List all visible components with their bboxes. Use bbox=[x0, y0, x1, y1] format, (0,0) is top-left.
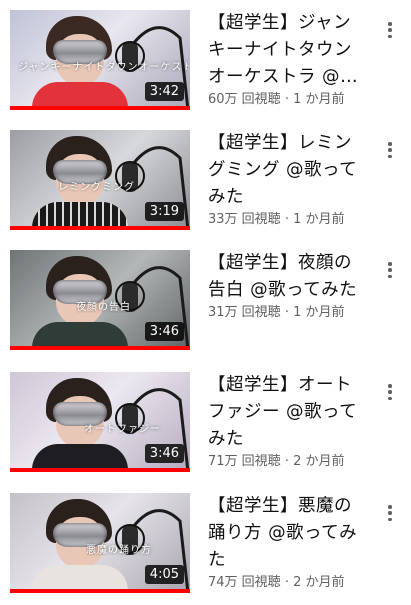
more-vert-icon[interactable] bbox=[378, 18, 402, 42]
thumbnail-overlay-text: 悪魔の踊り方 bbox=[86, 545, 152, 556]
upload-age: 2 か月前 bbox=[293, 454, 345, 469]
view-count: 60万 回視聴 bbox=[208, 92, 281, 107]
watched-progress-bar bbox=[10, 106, 190, 110]
video-info[interactable]: 【超学生】ジャンキーナイトタウンオーケストラ @歌ってみた 60万 回視聴 · … bbox=[208, 10, 368, 108]
video-info[interactable]: 【超学生】オートファジー @歌ってみた 71万 回視聴 · 2 か月前 bbox=[208, 372, 368, 470]
video-meta: 71万 回視聴 · 2 か月前 bbox=[208, 453, 368, 470]
video-title[interactable]: 【超学生】オートファジー @歌ってみた bbox=[208, 372, 368, 453]
meta-separator: · bbox=[280, 575, 294, 590]
upload-age: 2 か月前 bbox=[293, 575, 345, 590]
thumbnail-overlay-text: オートファジー bbox=[84, 424, 161, 435]
thumbnail-overlay-text: 夜顔の告白 bbox=[76, 302, 131, 313]
upload-age: 1 か月前 bbox=[293, 305, 345, 320]
video-meta: 60万 回視聴 · 1 か月前 bbox=[208, 91, 368, 108]
meta-separator: · bbox=[280, 212, 294, 227]
duration-badge: 4:05 bbox=[144, 565, 184, 584]
video-item[interactable]: オートファジー 3:46 【超学生】オートファジー @歌ってみた 71万 回視聴… bbox=[0, 372, 411, 484]
video-info[interactable]: 【超学生】レミングミング @歌ってみた 33万 回視聴 · 1 か月前 bbox=[208, 130, 368, 228]
more-vert-icon[interactable] bbox=[378, 138, 402, 162]
video-title[interactable]: 【超学生】ジャンキーナイトタウンオーケストラ @歌ってみた bbox=[208, 10, 368, 91]
duration-badge: 3:42 bbox=[144, 82, 184, 101]
watched-progress-bar bbox=[10, 468, 190, 472]
video-title[interactable]: 【超学生】悪魔の踊り方 @歌ってみた bbox=[208, 493, 368, 574]
video-title[interactable]: 【超学生】レミングミング @歌ってみた bbox=[208, 130, 368, 211]
duration-badge: 3:46 bbox=[144, 322, 184, 341]
video-list: ジャンキーナイトタウンオーケストラ 3:42 【超学生】ジャンキーナイトタウンオ… bbox=[0, 0, 411, 599]
video-meta: 33万 回視聴 · 1 か月前 bbox=[208, 211, 368, 228]
video-thumbnail[interactable]: レミングミング 3:19 bbox=[10, 130, 190, 230]
watched-progress-bar bbox=[10, 589, 190, 593]
duration-badge: 3:19 bbox=[144, 202, 184, 221]
video-title[interactable]: 【超学生】夜顔の告白 @歌ってみた bbox=[208, 250, 368, 304]
video-item[interactable]: 夜顔の告白 3:46 【超学生】夜顔の告白 @歌ってみた 31万 回視聴 · 1… bbox=[0, 250, 411, 362]
video-thumbnail[interactable]: 悪魔の踊り方 4:05 bbox=[10, 493, 190, 593]
video-thumbnail[interactable]: ジャンキーナイトタウンオーケストラ 3:42 bbox=[10, 10, 190, 110]
duration-badge: 3:46 bbox=[144, 444, 184, 463]
meta-separator: · bbox=[280, 305, 294, 320]
watched-progress-bar bbox=[10, 346, 190, 350]
more-vert-icon[interactable] bbox=[378, 380, 402, 404]
upload-age: 1 か月前 bbox=[293, 92, 345, 107]
thumbnail-overlay-text: レミングミング bbox=[58, 182, 135, 193]
video-meta: 74万 回視聴 · 2 か月前 bbox=[208, 574, 368, 591]
video-item[interactable]: 悪魔の踊り方 4:05 【超学生】悪魔の踊り方 @歌ってみた 74万 回視聴 ·… bbox=[0, 493, 411, 605]
upload-age: 1 か月前 bbox=[293, 212, 345, 227]
view-count: 31万 回視聴 bbox=[208, 305, 281, 320]
more-vert-icon[interactable] bbox=[378, 501, 402, 525]
view-count: 74万 回視聴 bbox=[208, 575, 281, 590]
video-thumbnail[interactable]: オートファジー 3:46 bbox=[10, 372, 190, 472]
more-vert-icon[interactable] bbox=[378, 258, 402, 282]
video-info[interactable]: 【超学生】夜顔の告白 @歌ってみた 31万 回視聴 · 1 か月前 bbox=[208, 250, 368, 321]
video-item[interactable]: ジャンキーナイトタウンオーケストラ 3:42 【超学生】ジャンキーナイトタウンオ… bbox=[0, 10, 411, 122]
meta-separator: · bbox=[280, 454, 294, 469]
view-count: 71万 回視聴 bbox=[208, 454, 281, 469]
meta-separator: · bbox=[280, 92, 294, 107]
video-item[interactable]: レミングミング 3:19 【超学生】レミングミング @歌ってみた 33万 回視聴… bbox=[0, 130, 411, 242]
watched-progress-bar bbox=[10, 226, 190, 230]
video-thumbnail[interactable]: 夜顔の告白 3:46 bbox=[10, 250, 190, 350]
video-meta: 31万 回視聴 · 1 か月前 bbox=[208, 304, 368, 321]
thumbnail-overlay-text: ジャンキーナイトタウンオーケストラ bbox=[18, 62, 188, 73]
video-info[interactable]: 【超学生】悪魔の踊り方 @歌ってみた 74万 回視聴 · 2 か月前 bbox=[208, 493, 368, 591]
view-count: 33万 回視聴 bbox=[208, 212, 281, 227]
